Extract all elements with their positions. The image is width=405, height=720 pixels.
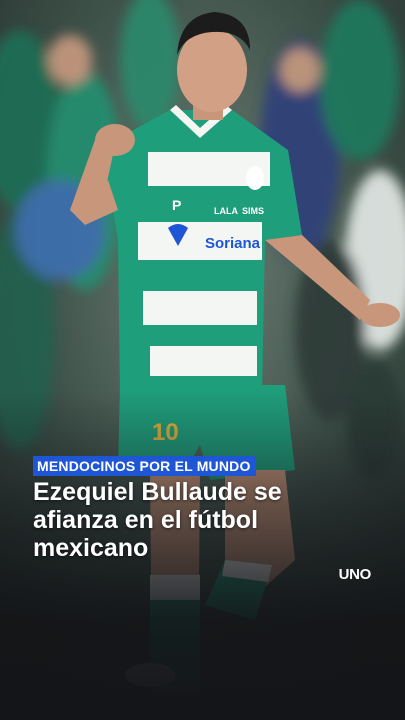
story-headline[interactable]: Ezequiel Bullaude se afianza en el fútbo… bbox=[33, 478, 363, 562]
svg-text:LALA: LALA bbox=[214, 206, 238, 216]
svg-text:P: P bbox=[172, 197, 181, 213]
story-card[interactable]: 10 Soriana P LALA SIMS bbox=[0, 0, 405, 720]
uno-logo: UNO bbox=[338, 566, 372, 583]
section-kicker[interactable]: MENDOCINOS POR EL MUNDO bbox=[33, 456, 256, 476]
svg-text:Soriana: Soriana bbox=[205, 235, 261, 252]
svg-text:SIMS: SIMS bbox=[242, 206, 264, 216]
